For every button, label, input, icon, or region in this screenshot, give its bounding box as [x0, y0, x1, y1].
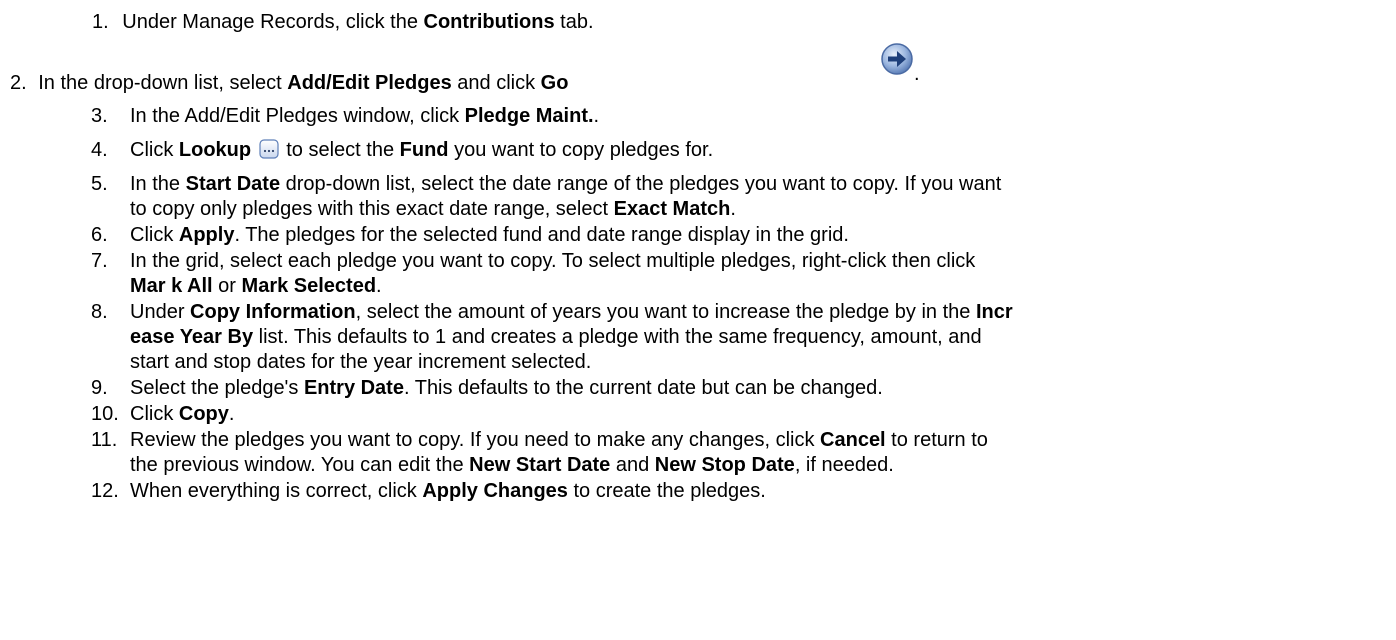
step-2: 2. In the drop-down list, select Add/Edi… — [10, 72, 569, 94]
lookup-ellipsis-icon — [259, 139, 279, 159]
step-1: 1. Under Manage Records, click the Contr… — [92, 11, 594, 33]
step-number: 1. — [92, 11, 109, 33]
trailing-period: . — [914, 63, 920, 85]
go-arrow-icon — [881, 43, 913, 75]
step-number: 2. — [10, 72, 27, 94]
